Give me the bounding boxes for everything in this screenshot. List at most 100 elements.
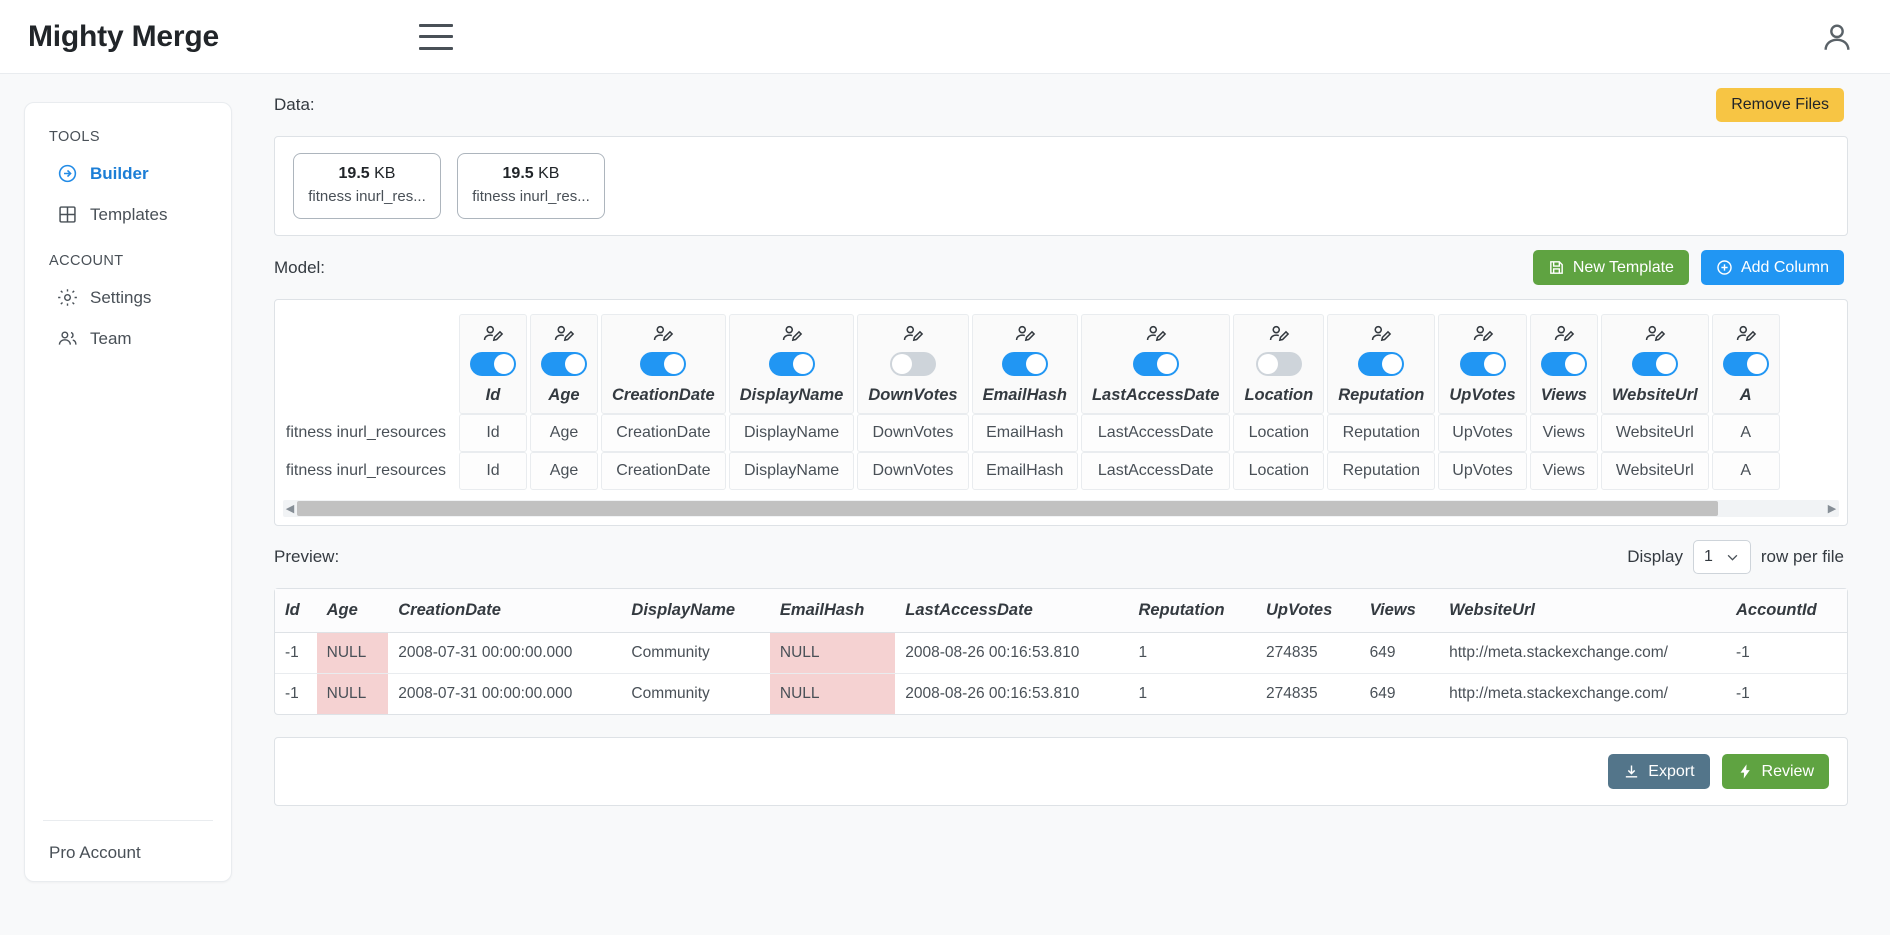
user-edit-icon <box>652 324 674 346</box>
model-mapping-cell[interactable]: CreationDate <box>601 452 726 490</box>
sidebar-item-templates[interactable]: Templates <box>25 194 231 235</box>
column-toggle-lastaccessdate[interactable] <box>1133 352 1179 376</box>
preview-table-cell: Community <box>621 633 770 674</box>
model-mapping-cell[interactable]: LastAccessDate <box>1081 452 1231 490</box>
preview-table-cell: 2008-08-26 00:16:53.810 <box>895 674 1128 715</box>
model-mapping-cell[interactable]: LastAccessDate <box>1081 414 1231 452</box>
preview-table-cell: NULL <box>770 674 895 715</box>
scroll-left-arrow-icon[interactable]: ◀ <box>283 502 297 515</box>
column-name: DisplayName <box>740 386 844 405</box>
column-toggle-location[interactable] <box>1256 352 1302 376</box>
column-toggle-reputation[interactable] <box>1358 352 1404 376</box>
model-mapping-cell[interactable]: DownVotes <box>857 414 968 452</box>
preview-column-header: Age <box>317 589 389 633</box>
user-edit-icon <box>1145 324 1167 346</box>
model-mapping-cell[interactable]: Id <box>459 452 527 490</box>
model-mapping-cell[interactable]: Reputation <box>1327 452 1435 490</box>
model-mapping-cell[interactable]: EmailHash <box>972 452 1078 490</box>
rows-per-file-select[interactable]: 1 <box>1693 540 1751 574</box>
scrollbar-track[interactable] <box>297 501 1825 516</box>
arrow-circle-right-icon <box>57 163 78 184</box>
model-mapping-cell[interactable]: Age <box>530 414 598 452</box>
toggle-knob <box>793 354 813 374</box>
column-name: Views <box>1541 386 1587 405</box>
model-column-header: UpVotes <box>1438 314 1526 414</box>
user-edit-icon <box>1268 324 1290 346</box>
toggle-knob <box>1565 354 1585 374</box>
chevron-down-icon <box>1725 550 1740 565</box>
user-icon[interactable] <box>1820 20 1854 54</box>
toggle-knob <box>1747 354 1767 374</box>
sidebar-item-label-builder: Builder <box>90 164 149 184</box>
model-mapping-cell[interactable]: WebsiteUrl <box>1601 452 1709 490</box>
new-template-button[interactable]: New Template <box>1533 250 1689 285</box>
model-mapping-cell[interactable]: Reputation <box>1327 414 1435 452</box>
column-toggle-a[interactable] <box>1723 352 1769 376</box>
model-mapping-cell[interactable]: WebsiteUrl <box>1601 414 1709 452</box>
model-mapping-cell[interactable]: Views <box>1530 414 1598 452</box>
sidebar-spacer <box>25 359 231 820</box>
model-table: IdAgeCreationDateDisplayNameDownVotesEma… <box>275 314 1783 490</box>
model-mapping-cell[interactable]: A <box>1712 414 1780 452</box>
column-name: WebsiteUrl <box>1612 386 1698 405</box>
export-button[interactable]: Export <box>1608 754 1709 789</box>
column-toggle-upvotes[interactable] <box>1460 352 1506 376</box>
scroll-right-arrow-icon[interactable]: ▶ <box>1825 502 1839 515</box>
file-size-value: 19.5 <box>339 165 370 182</box>
preview-table-cell: http://meta.stackexchange.com/ <box>1439 674 1726 715</box>
preview-panel: IdAgeCreationDateDisplayNameEmailHashLas… <box>274 588 1848 715</box>
data-section-label: Data: <box>274 95 315 115</box>
column-toggle-displayname[interactable] <box>769 352 815 376</box>
model-column-header: LastAccessDate <box>1081 314 1231 414</box>
model-mapping-cell[interactable]: DisplayName <box>729 414 855 452</box>
column-toggle-creationdate[interactable] <box>640 352 686 376</box>
review-button[interactable]: Review <box>1722 754 1829 789</box>
hamburger-icon[interactable] <box>419 24 453 50</box>
model-mapping-cell[interactable]: Location <box>1233 414 1324 452</box>
model-mapping-cell[interactable]: Views <box>1530 452 1598 490</box>
rows-per-file-value: 1 <box>1704 548 1713 566</box>
preview-table-cell: 649 <box>1360 674 1439 715</box>
model-column-header: DownVotes <box>857 314 968 414</box>
column-toggle-views[interactable] <box>1541 352 1587 376</box>
model-column-header: Location <box>1233 314 1324 414</box>
model-mapping-cell[interactable]: EmailHash <box>972 414 1078 452</box>
model-mapping-cell[interactable]: CreationDate <box>601 414 726 452</box>
add-column-button[interactable]: Add Column <box>1701 250 1844 285</box>
model-mapping-cell[interactable]: Location <box>1233 452 1324 490</box>
sidebar-item-label-team: Team <box>90 329 132 349</box>
file-card[interactable]: 19.5 KB fitness inurl_res... <box>457 153 605 219</box>
model-mapping-cell[interactable]: DisplayName <box>729 452 855 490</box>
sidebar-item-settings[interactable]: Settings <box>25 277 231 318</box>
model-mapping-cell[interactable]: A <box>1712 452 1780 490</box>
column-toggle-downvotes[interactable] <box>890 352 936 376</box>
file-card[interactable]: 19.5 KB fitness inurl_res... <box>293 153 441 219</box>
column-toggle-emailhash[interactable] <box>1002 352 1048 376</box>
user-edit-icon <box>902 324 924 346</box>
model-horizontal-scrollbar[interactable]: ◀ ▶ <box>283 500 1839 517</box>
display-prefix-label: Display <box>1627 547 1683 567</box>
model-section-label: Model: <box>274 258 325 278</box>
model-mapping-cell[interactable]: UpVotes <box>1438 414 1526 452</box>
model-mapping-cell[interactable]: Id <box>459 414 527 452</box>
file-name: fitness inurl_res... <box>466 188 596 205</box>
data-section-actions: Remove Files <box>1716 88 1844 122</box>
column-toggle-websiteurl[interactable] <box>1632 352 1678 376</box>
plus-circle-icon <box>1716 259 1733 276</box>
remove-files-button[interactable]: Remove Files <box>1716 88 1844 122</box>
scrollbar-thumb[interactable] <box>297 501 1718 516</box>
model-mapping-cell[interactable]: Age <box>530 452 598 490</box>
preview-table-cell: NULL <box>770 633 895 674</box>
toggle-knob <box>494 354 514 374</box>
model-mapping-cell[interactable]: UpVotes <box>1438 452 1526 490</box>
model-mapping-cell[interactable]: DownVotes <box>857 452 968 490</box>
preview-table-cell: -1 <box>275 633 317 674</box>
sidebar-item-builder[interactable]: Builder <box>25 153 231 194</box>
model-row-file-label: fitness inurl_resources <box>278 414 456 452</box>
sidebar-item-team[interactable]: Team <box>25 318 231 359</box>
file-size: 19.5 KB <box>302 165 432 183</box>
model-column-header: Reputation <box>1327 314 1435 414</box>
preview-table-cell: Community <box>621 674 770 715</box>
column-toggle-age[interactable] <box>541 352 587 376</box>
column-toggle-id[interactable] <box>470 352 516 376</box>
